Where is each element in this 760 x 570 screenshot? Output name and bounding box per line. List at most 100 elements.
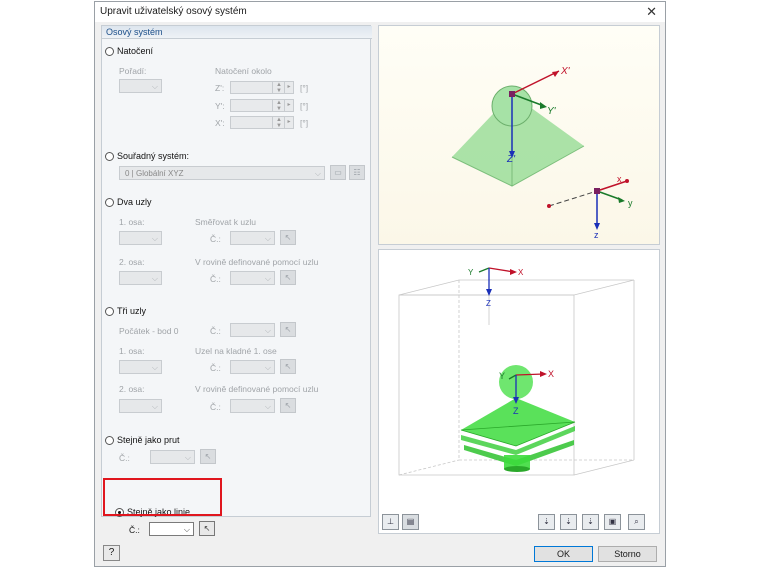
radio-souradny[interactable] [105,152,114,161]
chevron-down-icon: ⌵ [151,274,158,283]
panel-header: Osový systém [102,26,372,39]
pick-member-icon[interactable]: ↖ [200,449,216,464]
pick-node-icon[interactable]: ↖ [280,359,296,374]
poradi-select[interactable]: ⌵ [119,79,162,93]
spin-arrow-icon[interactable]: ▸ [284,117,293,128]
pick-node-icon[interactable]: ↖ [280,398,296,413]
axis-x-prime-label: X' [560,66,571,77]
view-iso-icon[interactable]: ▣ [604,514,621,530]
dialog-title: Upravit uživatelský osový systém [100,6,247,17]
view-axis-toggle-icon[interactable]: ⊥ [382,514,399,530]
help-icon[interactable]: ? [103,545,120,561]
chevron-down-icon: ⌵ [151,402,158,411]
radio-tri-uzly-label: Tři uzly [117,306,146,316]
model-preview-svg: X Y Z X Y Z [398,267,635,476]
pick-line-icon[interactable]: ↖ [199,521,215,536]
view-display-icon[interactable]: ▤ [402,514,419,530]
tri-c2-label: Č.: [210,363,221,373]
coordinate-new-icon[interactable]: ☷ [349,165,365,180]
prut-c-label: Č.: [119,453,130,463]
preview-3d-view: X Y Z X Y Z [378,249,660,534]
chevron-down-icon: ⌵ [264,326,271,335]
linie-line-select[interactable]: ⌵ [149,522,194,536]
axis-z-label: Z': [215,83,225,93]
dva-osa2-label: 2. osa: [119,257,145,267]
global-x-label: X [518,268,524,277]
dva-rovina-label: V rovině definované pomocí uzlu [195,257,319,267]
dva-node2-select[interactable]: ⌵ [230,271,275,285]
view-x-icon[interactable]: ⇣ [538,514,555,530]
coordinate-system-value: 0 | Globální XYZ [125,169,184,178]
radio-souradny-label: Souřadný systém: [117,151,190,161]
linie-c-label: Č.: [129,525,140,535]
title-bar: Upravit uživatelský osový systém ✕ [95,2,665,22]
chevron-down-icon: ⌵ [183,525,190,534]
tri-rovina-label: V rovině definované pomocí uzlu [195,384,319,394]
tri-node0-select[interactable]: ⌵ [230,323,275,337]
pick-node-icon[interactable]: ↖ [280,322,296,337]
dva-node1-select[interactable]: ⌵ [230,231,275,245]
tri-node2-select[interactable]: ⌵ [230,399,275,413]
radio-natoceni-label: Natočení [117,46,154,56]
radio-tri-uzly[interactable] [105,307,114,316]
radio-prut-label: Stejně jako prut [117,435,180,445]
dva-c-label: Č.: [210,234,221,244]
global-y-label: Y [468,268,474,277]
tri-osa2-label: 2. osa: [119,384,145,394]
preview-rotation-view: X' Y' Z' x y z [378,25,660,245]
cancel-button[interactable]: Storno [598,546,657,562]
chevron-down-icon: ⌵ [264,274,271,283]
close-icon[interactable]: ✕ [646,4,657,20]
zoom-icon[interactable]: ⌕ [628,514,645,530]
spin-arrow-icon[interactable]: ▸ [284,82,293,93]
axis-z-prime-label: Z' [506,154,516,165]
axis-system-panel: Osový systém Natočení Pořadí: Natočení o… [101,25,372,536]
dva-osa2-select[interactable]: ⌵ [119,271,162,285]
spin-arrow-icon[interactable]: ▸ [284,100,293,111]
ok-button[interactable]: OK [534,546,593,562]
dva-osa1-label: 1. osa: [119,217,145,227]
chevron-down-icon: ⌵ [151,234,158,243]
dva-c2-label: Č.: [210,274,221,284]
dialog-window: Upravit uživatelský osový systém ✕ Osový… [94,1,666,567]
pick-node-icon[interactable]: ↖ [280,230,296,245]
rotation-y-input[interactable]: ▲ ▼ ▸ [230,99,294,112]
axis-y-prime-label: Y' [547,106,557,117]
axis-y-small-label: y [628,198,633,208]
rotation-preview-svg: X' Y' Z' x y z [451,66,633,240]
unit-z: [°] [300,83,309,93]
tri-c3-label: Č.: [210,402,221,412]
tri-osa2-select[interactable]: ⌵ [119,399,162,413]
dva-osa1-select[interactable]: ⌵ [119,231,162,245]
unit-y: [°] [300,101,309,111]
rotation-x-input[interactable]: ▲ ▼ ▸ [230,116,294,129]
chevron-down-icon: ⌵ [314,169,321,178]
coordinate-edit-icon[interactable]: ▭ [330,165,346,180]
rotation-z-input[interactable]: ▲ ▼ ▸ [230,81,294,94]
natoceni-okolo-label: Natočení okolo [215,66,272,76]
model-x-label: X [548,369,554,379]
chevron-down-icon: ⌵ [264,234,271,243]
pick-node-icon[interactable]: ↖ [280,270,296,285]
view-y-icon[interactable]: ⇣ [560,514,577,530]
axis-x-label: X': [215,118,225,128]
tri-node1-select[interactable]: ⌵ [230,360,275,374]
smerovat-label: Směřovat k uzlu [195,217,256,227]
tri-osa1-select[interactable]: ⌵ [119,360,162,374]
view-z-icon[interactable]: ⇣ [582,514,599,530]
radio-prut[interactable] [105,436,114,445]
model-y-label: Y [499,371,505,381]
axis-y-label: Y': [215,101,225,111]
axis-x-small-label: x [617,174,622,184]
axis-z-small-label: z [594,230,599,240]
radio-natoceni[interactable] [105,47,114,56]
poradi-label: Pořadí: [119,66,147,76]
chevron-down-icon: ⌵ [151,363,158,372]
chevron-down-icon: ⌵ [264,402,271,411]
prut-member-select[interactable]: ⌵ [150,450,195,464]
tri-c-label: Č.: [210,326,221,336]
coordinate-system-select[interactable]: 0 | Globální XYZ ⌵ [119,166,325,180]
chevron-down-icon: ⌵ [184,453,191,462]
highlight-frame [103,478,222,516]
radio-dva-uzly[interactable] [105,198,114,207]
